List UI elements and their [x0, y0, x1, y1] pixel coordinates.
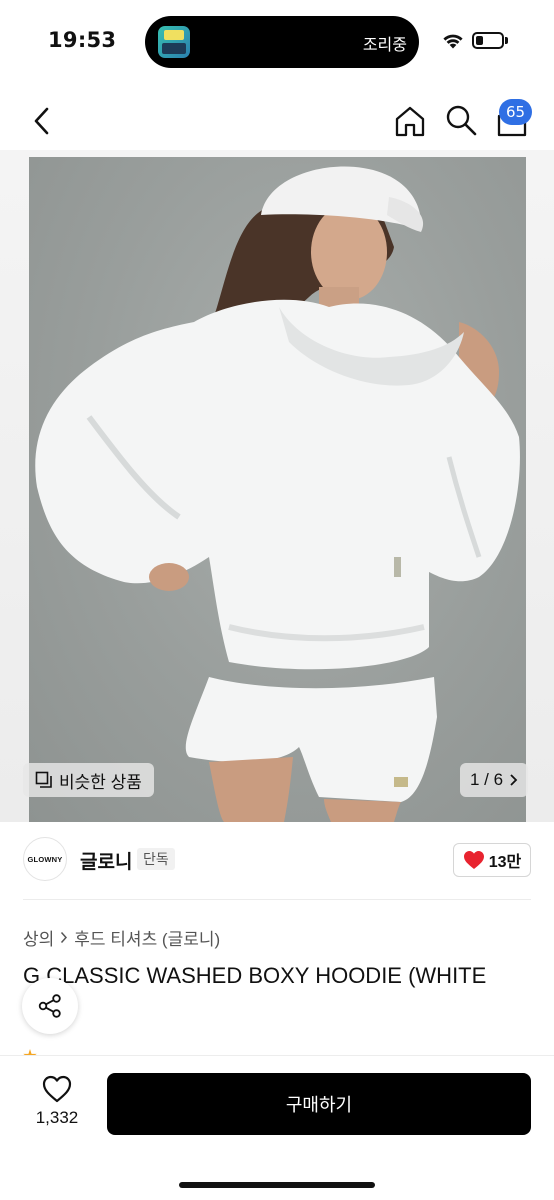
chevron-right-icon: [61, 931, 68, 944]
exclusive-badge: 단독: [137, 848, 175, 870]
gallery-pager[interactable]: 1 / 6: [460, 763, 529, 797]
status-time: 19:53: [48, 28, 117, 52]
cart-count-badge: 65: [499, 99, 533, 125]
share-button[interactable]: [22, 978, 78, 1034]
share-icon: [38, 994, 61, 1018]
favorite-count: 1,332: [35, 1108, 79, 1127]
home-indicator[interactable]: [179, 1182, 375, 1188]
product-image-gallery[interactable]: 비슷한 상품 1 / 6: [0, 150, 554, 822]
battery-cap: [505, 37, 508, 44]
brand-like-count: 13만: [488, 854, 522, 871]
buy-button[interactable]: 구매하기: [107, 1073, 531, 1135]
home-button[interactable]: [393, 104, 427, 138]
similar-products-label: 비슷한 상품: [59, 772, 142, 792]
brand-logo[interactable]: GLOWNY: [23, 837, 67, 881]
breadcrumb-item[interactable]: 상의: [23, 925, 54, 950]
wifi-icon: [443, 34, 463, 49]
divider: [23, 899, 531, 900]
app-thumbnail-icon: [158, 26, 190, 58]
model-illustration: [35, 166, 520, 822]
page-indicator: 1 / 6: [470, 770, 504, 789]
similar-products-button[interactable]: 비슷한 상품: [23, 763, 154, 797]
brand-like-button[interactable]: 13만: [453, 843, 531, 877]
heart-filled-icon: [463, 851, 484, 869]
breadcrumb-item[interactable]: 후드 티셔츠 (글로니): [74, 925, 220, 950]
back-button[interactable]: [24, 104, 58, 138]
back-arrow-icon: [34, 107, 49, 135]
similar-items-icon: [35, 771, 52, 788]
heart-outline-icon: [42, 1075, 72, 1103]
product-title: G CLASSIC WASHED BOXY HOODIE (WHITE: [23, 963, 487, 988]
brand-name[interactable]: 글로니: [80, 847, 132, 874]
breadcrumb: 상의 후드 티셔츠 (글로니): [23, 925, 220, 950]
home-icon: [395, 106, 425, 137]
chevron-right-icon: [510, 774, 518, 786]
product-photo[interactable]: [29, 157, 526, 822]
dynamic-island[interactable]: 조리중: [145, 16, 419, 68]
search-button[interactable]: [444, 103, 478, 137]
live-activity-label: 조리중: [362, 35, 407, 54]
battery-icon: [472, 32, 504, 49]
search-icon: [446, 105, 477, 136]
